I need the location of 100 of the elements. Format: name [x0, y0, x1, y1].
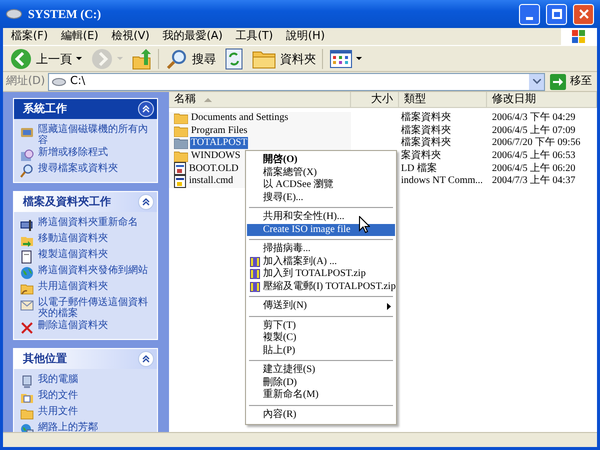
close-icon — [578, 9, 588, 19]
task-panel-header[interactable]: 檔案及資料夾工作 — [14, 192, 157, 212]
address-field[interactable]: C:\ — [48, 72, 545, 90]
cd-icon — [20, 148, 34, 162]
folder-up-icon — [132, 48, 152, 70]
caret-icon — [117, 56, 123, 60]
caret-icon — [532, 79, 540, 84]
drive-icon — [6, 9, 22, 19]
file-date: 2006/4/5 上午 06:53 — [491, 150, 576, 162]
context-menu-item[interactable]: 搜尋(E)... — [247, 192, 395, 204]
go-button[interactable]: 移至 — [548, 73, 594, 90]
context-menu-item[interactable]: 掃描病毒... — [247, 243, 395, 256]
context-menu-item[interactable]: 內容(R) — [247, 408, 395, 421]
context-menu-item[interactable]: Create ISO image file — [247, 224, 395, 236]
file-date: 2006/4/5 上午 07:09 — [491, 124, 576, 137]
task-link[interactable]: 共用這個資料夾 — [38, 281, 108, 292]
folders-button[interactable]: 資料夾 — [249, 46, 319, 70]
task-link[interactable]: 隱藏這個磁碟機的所有內容 — [38, 124, 151, 146]
delete-icon — [20, 321, 34, 335]
file-type: indows NT Comm... — [400, 175, 484, 188]
search-icon — [166, 48, 188, 70]
sync-icon — [225, 48, 243, 70]
task-link[interactable]: 複製這個資料夾 — [38, 249, 108, 260]
task-link[interactable]: 新增或移除程式 — [38, 147, 108, 158]
file-name[interactable]: TOTALPOST — [190, 137, 248, 150]
context-menu-item[interactable]: 複製(C) — [247, 332, 395, 344]
context-menu-item[interactable]: 以 ACDSee 瀏覽 — [247, 179, 395, 192]
dropdown-button[interactable] — [529, 74, 544, 90]
task-link[interactable]: 刪除這個資料夾 — [38, 320, 108, 331]
column-header[interactable]: 名稱 — [169, 92, 351, 107]
context-menu-item[interactable]: 貼上(P) — [247, 344, 395, 357]
file-name[interactable]: install.cmd — [188, 175, 234, 188]
file-type: 案資料夾 — [400, 150, 442, 162]
file-type: 檔案資料夾 — [400, 112, 452, 124]
archive-icon — [250, 269, 260, 280]
sort-arrow-icon — [204, 97, 212, 102]
collapse-icon[interactable] — [138, 194, 154, 210]
caret-icon — [356, 56, 362, 60]
task-link[interactable]: 以電子郵件傳送這個資料夾的檔案 — [38, 297, 151, 319]
computer-icon — [20, 375, 34, 389]
task-link[interactable]: 共用文件 — [38, 406, 78, 417]
file-date: 2004/7/3 上午 04:37 — [491, 175, 576, 188]
context-menu-item[interactable]: 加入到 TOTALPOST.zip — [247, 268, 395, 280]
drive-icon — [52, 78, 66, 86]
shared-folder-icon — [20, 282, 34, 296]
menu-item[interactable]: 說明(H) — [280, 28, 331, 45]
copy-icon — [20, 250, 34, 264]
back-button[interactable]: 上一頁 — [7, 46, 85, 70]
mouse-pointer-icon — [359, 216, 370, 233]
context-menu-item[interactable]: 剪下(T) — [247, 320, 395, 332]
task-link[interactable]: 移動這個資料夾 — [38, 233, 108, 244]
archive-icon — [250, 256, 260, 267]
task-link[interactable]: 我的文件 — [38, 390, 78, 401]
menu-item[interactable]: 工具(T) — [230, 28, 279, 45]
task-link[interactable]: 網路上的芳鄰 — [38, 422, 98, 432]
task-panel-header[interactable]: 其他位置 — [14, 349, 157, 369]
menu-item[interactable]: 我的最愛(A) — [156, 28, 229, 45]
views-icon — [330, 50, 352, 68]
rename-icon — [20, 218, 34, 232]
context-menu-item[interactable]: 壓縮及電郵(I) TOTALPOST.zip — [247, 280, 395, 293]
documents-folder-icon — [20, 391, 34, 405]
minimize-button[interactable] — [519, 4, 540, 24]
menu-item[interactable]: 編輯(E) — [54, 28, 104, 45]
folder-arrow-icon — [20, 234, 34, 248]
file-type: 檔案資料夾 — [400, 124, 452, 136]
context-menu-item[interactable]: 傳送到(N) — [247, 300, 395, 312]
context-menu-item[interactable]: 加入檔案到(A) ... — [247, 256, 395, 268]
context-menu-item[interactable]: 刪除(D) — [247, 376, 395, 389]
window-title: SYSTEM (C:) — [28, 6, 102, 23]
folder-icon — [20, 407, 34, 421]
task-link[interactable]: 將這個資料夾發佈到網站 — [38, 265, 148, 276]
column-header[interactable]: 修改日期 — [487, 92, 597, 107]
address-label: 網址(D) — [6, 73, 46, 90]
file-type: LD 檔案 — [400, 162, 438, 175]
archive-icon — [250, 282, 260, 292]
collapse-icon[interactable] — [138, 351, 154, 367]
context-menu-item[interactable]: 共用和安全性(H)... — [247, 211, 395, 224]
folders-icon — [252, 48, 276, 68]
task-link[interactable]: 搜尋檔案或資料夾 — [38, 163, 118, 174]
context-menu-item[interactable]: 重新命名(M) — [247, 389, 395, 402]
task-link[interactable]: 我的電腦 — [38, 374, 78, 385]
task-link[interactable]: 將這個資料夾重新命名 — [38, 217, 138, 228]
windows-logo-icon — [572, 30, 586, 43]
search-icon — [20, 164, 34, 178]
context-menu-item[interactable]: 檔案總管(X) — [247, 166, 395, 179]
search-button[interactable]: 搜尋 — [163, 46, 219, 70]
file-date: 2006/4/3 下午 04:29 — [491, 112, 576, 124]
column-header[interactable]: 大小 — [351, 92, 399, 107]
file-date: 2006/4/5 上午 06:20 — [491, 162, 576, 174]
menu-item[interactable]: 檢視(V) — [105, 28, 156, 45]
collapse-icon[interactable] — [138, 101, 154, 117]
context-menu-item[interactable]: 開啓(O) — [247, 154, 395, 166]
menu-item[interactable]: 檔案(F) — [5, 28, 54, 45]
maximize-button[interactable] — [546, 4, 567, 24]
globe-icon — [20, 266, 34, 280]
context-menu-item[interactable]: 建立捷徑(S) — [247, 364, 395, 376]
task-panel-header[interactable]: 系統工作 — [14, 99, 157, 119]
column-header[interactable]: 類型 — [399, 92, 487, 107]
close-button[interactable] — [573, 4, 594, 24]
file-type: 檔案資料夾 — [400, 137, 452, 150]
